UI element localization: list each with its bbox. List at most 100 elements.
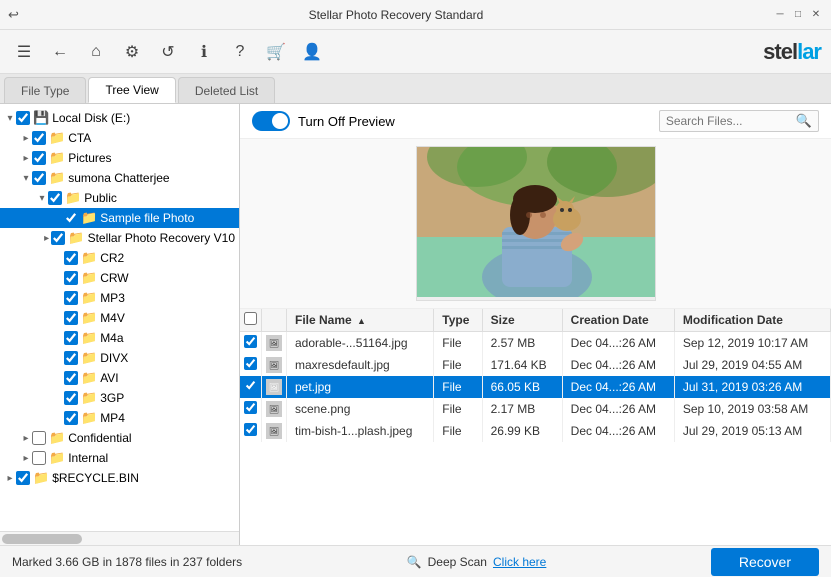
tree-checkbox-sumona[interactable] xyxy=(32,171,46,185)
close-button[interactable]: ✕ xyxy=(809,8,823,22)
toggle-bg[interactable] xyxy=(252,111,290,131)
cart-icon[interactable]: 🛒 xyxy=(262,38,290,66)
tree-item-internal[interactable]: ▸📁Internal xyxy=(0,448,239,468)
tree-item-m4a[interactable]: ▸📁M4a xyxy=(0,328,239,348)
file-checkbox[interactable] xyxy=(244,379,257,392)
file-checkbox[interactable] xyxy=(244,357,257,370)
header-modification[interactable]: Modification Date xyxy=(674,309,830,332)
recover-button[interactable]: Recover xyxy=(711,548,819,576)
horizontal-scrollbar[interactable] xyxy=(0,531,239,545)
scrollbar-thumb[interactable] xyxy=(2,534,82,544)
menu-icon[interactable]: ☰ xyxy=(10,38,38,66)
tab-deleted-list[interactable]: Deleted List xyxy=(178,77,275,103)
tree-checkbox-m4v[interactable] xyxy=(64,311,78,325)
tree-item-divx[interactable]: ▸📁DIVX xyxy=(0,348,239,368)
search-input[interactable] xyxy=(666,114,796,128)
header-creation[interactable]: Creation Date xyxy=(562,309,674,332)
tree-checkbox-internal[interactable] xyxy=(32,451,46,465)
tree-item-stellar-v10[interactable]: ▸📁Stellar Photo Recovery V10 xyxy=(0,228,239,248)
table-row[interactable]: 🖼 pet.jpg File 66.05 KB Dec 04...:26 AM … xyxy=(240,376,831,398)
tree-item-pictures[interactable]: ▸📁Pictures xyxy=(0,148,239,168)
header-checkbox[interactable] xyxy=(240,309,262,332)
tree-checkbox-mp4[interactable] xyxy=(64,411,78,425)
tree-arrow-sumona[interactable]: ▾ xyxy=(20,173,32,184)
help-icon[interactable]: ? xyxy=(226,38,254,66)
tab-tree-view[interactable]: Tree View xyxy=(88,77,175,103)
deep-scan-link[interactable]: Click here xyxy=(493,555,546,569)
tree-item-m4v[interactable]: ▸📁M4V xyxy=(0,308,239,328)
tree-item-avi[interactable]: ▸📁AVI xyxy=(0,368,239,388)
tree-item-crw[interactable]: ▸📁CRW xyxy=(0,268,239,288)
tree-item-confidential[interactable]: ▸📁Confidential xyxy=(0,428,239,448)
back-nav-icon[interactable]: ← xyxy=(46,38,74,66)
tree-arrow-pictures[interactable]: ▸ xyxy=(20,153,32,164)
maximize-button[interactable]: □ xyxy=(791,8,805,22)
tree-checkbox-confidential[interactable] xyxy=(32,431,46,445)
select-all-checkbox[interactable] xyxy=(244,312,257,325)
tree-arrow-internal[interactable]: ▸ xyxy=(20,453,32,464)
row-cb[interactable] xyxy=(240,332,262,355)
tree-arrow-cta[interactable]: ▸ xyxy=(20,133,32,144)
tree-checkbox-cr2[interactable] xyxy=(64,251,78,265)
tab-file-type[interactable]: File Type xyxy=(4,77,86,103)
refresh-icon[interactable]: ↺ xyxy=(154,38,182,66)
tree-item-recycle[interactable]: ▸📁$RECYCLE.BIN xyxy=(0,468,239,488)
table-row[interactable]: 🖼 tim-bish-1...plash.jpeg File 26.99 KB … xyxy=(240,420,831,442)
file-checkbox[interactable] xyxy=(244,401,257,414)
tree-item-cr2[interactable]: ▸📁CR2 xyxy=(0,248,239,268)
row-cb[interactable] xyxy=(240,420,262,442)
info-icon[interactable]: ℹ xyxy=(190,38,218,66)
table-row[interactable]: 🖼 scene.png File 2.17 MB Dec 04...:26 AM… xyxy=(240,398,831,420)
search-box[interactable]: 🔍 xyxy=(659,110,819,132)
tree-checkbox-cta[interactable] xyxy=(32,131,46,145)
home-icon[interactable]: ⌂ xyxy=(82,38,110,66)
tree-arrow-public[interactable]: ▾ xyxy=(36,193,48,204)
user-icon[interactable]: 👤 xyxy=(298,38,326,66)
tree-checkbox-pictures[interactable] xyxy=(32,151,46,165)
row-cb[interactable] xyxy=(240,398,262,420)
tree-item-public[interactable]: ▾📁Public xyxy=(0,188,239,208)
table-row[interactable]: 🖼 maxresdefault.jpg File 171.64 KB Dec 0… xyxy=(240,354,831,376)
minimize-button[interactable]: ─ xyxy=(773,8,787,22)
row-cb[interactable] xyxy=(240,376,262,398)
file-checkbox[interactable] xyxy=(244,423,257,436)
table-row[interactable]: 🖼 adorable-...51164.jpg File 2.57 MB Dec… xyxy=(240,332,831,355)
tree-checkbox-divx[interactable] xyxy=(64,351,78,365)
tree-label-local-disk: Local Disk (E:) xyxy=(52,111,130,125)
header-type[interactable]: Type xyxy=(434,309,482,332)
tree-item-mp4[interactable]: ▸📁MP4 xyxy=(0,408,239,428)
tree-checkbox-sample[interactable] xyxy=(64,211,78,225)
tree-item-sumona[interactable]: ▾📁sumona Chatterjee xyxy=(0,168,239,188)
tree-item-mp3[interactable]: ▸📁MP3 xyxy=(0,288,239,308)
header-size[interactable]: Size xyxy=(482,309,562,332)
tree-label-mp3: MP3 xyxy=(100,291,125,305)
tree-label-m4v: M4V xyxy=(100,311,125,325)
settings-icon[interactable]: ⚙ xyxy=(118,38,146,66)
row-size: 171.64 KB xyxy=(482,354,562,376)
tree-checkbox-public[interactable] xyxy=(48,191,62,205)
tree-item-local-disk[interactable]: ▾💾Local Disk (E:) xyxy=(0,108,239,128)
file-checkbox[interactable] xyxy=(244,335,257,348)
tree-arrow-local-disk[interactable]: ▾ xyxy=(4,113,16,124)
search-icon[interactable]: 🔍 xyxy=(796,113,812,129)
back-icon[interactable]: ↩ xyxy=(8,7,19,23)
header-filename[interactable]: File Name ▲ xyxy=(287,309,434,332)
tree-checkbox-recycle[interactable] xyxy=(16,471,30,485)
tree-label-crw: CRW xyxy=(100,271,128,285)
tree-item-3gp[interactable]: ▸📁3GP xyxy=(0,388,239,408)
tree-checkbox-mp3[interactable] xyxy=(64,291,78,305)
preview-image xyxy=(416,146,656,301)
tree-checkbox-crw[interactable] xyxy=(64,271,78,285)
toggle-switch[interactable]: Turn Off Preview xyxy=(252,111,395,131)
tree-checkbox-m4a[interactable] xyxy=(64,331,78,345)
tree-item-sample[interactable]: ▸📁Sample file Photo xyxy=(0,208,239,228)
tree-arrow-stellar-v10[interactable]: ▸ xyxy=(42,233,51,244)
tree-item-cta[interactable]: ▸📁CTA xyxy=(0,128,239,148)
tree-checkbox-3gp[interactable] xyxy=(64,391,78,405)
tree-checkbox-avi[interactable] xyxy=(64,371,78,385)
tree-arrow-confidential[interactable]: ▸ xyxy=(20,433,32,444)
tree-checkbox-stellar-v10[interactable] xyxy=(51,231,65,245)
row-cb[interactable] xyxy=(240,354,262,376)
tree-arrow-recycle[interactable]: ▸ xyxy=(4,473,16,484)
tree-checkbox-local-disk[interactable] xyxy=(16,111,30,125)
